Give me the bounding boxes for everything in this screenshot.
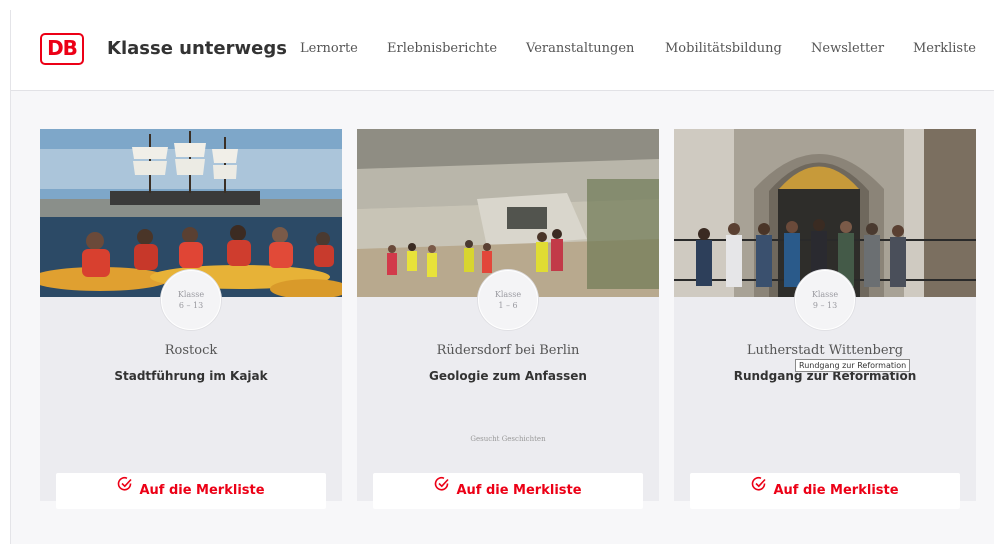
nav-item-merkliste[interactable]: Merkliste — [913, 41, 976, 56]
db-logo[interactable]: DB — [40, 33, 84, 65]
merk-label: Auf die Merkliste — [139, 483, 265, 498]
nav-item-erlebnisberichte[interactable]: Erlebnisberichte — [387, 41, 497, 56]
card-title[interactable]: Stadtführung im Kajak — [40, 369, 342, 383]
nav-item-lernorte[interactable]: Lernorte — [300, 41, 358, 56]
class-badge-label: Klasse — [177, 290, 205, 299]
class-badge-label: Klasse — [811, 290, 839, 299]
check-circle-icon — [751, 471, 767, 507]
card-city: Rüdersdorf bei Berlin — [436, 343, 580, 358]
event-card[interactable]: Klasse 6 – 13 Rostock Stadtführung im Ka… — [40, 129, 342, 509]
class-badge-label: Klasse — [494, 290, 522, 299]
card-city: Rostock — [164, 343, 218, 358]
nav-item-newsletter[interactable]: Newsletter — [811, 41, 884, 56]
check-circle-icon — [434, 471, 450, 507]
card-meta: Gesucht Geschichten — [470, 435, 546, 443]
class-badge-range: 6 – 13 — [178, 301, 204, 310]
title-tooltip: Rundgang zur Reformation — [795, 359, 911, 372]
class-badge-range: 1 – 6 — [498, 301, 518, 310]
card-title[interactable]: Geologie zum Anfassen — [357, 369, 659, 383]
add-to-merkliste-button[interactable]: Auf die Merkliste — [56, 473, 326, 509]
page: DB Klasse unterwegs Lernorte Erlebnisber… — [10, 10, 994, 544]
card-city: Lutherstadt Wittenberg — [746, 343, 904, 358]
add-to-merkliste-button[interactable]: Auf die Merkliste — [690, 473, 960, 509]
class-badge-range: 9 – 13 — [812, 301, 838, 310]
site-header: DB Klasse unterwegs Lernorte Erlebnisber… — [11, 10, 994, 91]
class-badge: Klasse 1 – 6 — [478, 270, 538, 330]
merk-label: Auf die Merkliste — [773, 483, 899, 498]
event-card[interactable]: Klasse 1 – 6 Rüdersdorf bei Berlin Geolo… — [357, 129, 659, 509]
merk-label: Auf die Merkliste — [456, 483, 582, 498]
brand-title[interactable]: Klasse unterwegs — [107, 38, 287, 59]
nav-item-veranstaltungen[interactable]: Veranstaltungen — [526, 41, 634, 56]
class-badge: Klasse 6 – 13 — [161, 270, 221, 330]
check-circle-icon — [117, 471, 133, 507]
event-card[interactable]: Klasse 9 – 13 Lutherstadt Wittenberg Run… — [674, 129, 976, 509]
add-to-merkliste-button[interactable]: Auf die Merkliste — [373, 473, 643, 509]
nav-item-mobilitaetsbildung[interactable]: Mobilitätsbildung — [665, 41, 782, 56]
class-badge: Klasse 9 – 13 — [795, 270, 855, 330]
